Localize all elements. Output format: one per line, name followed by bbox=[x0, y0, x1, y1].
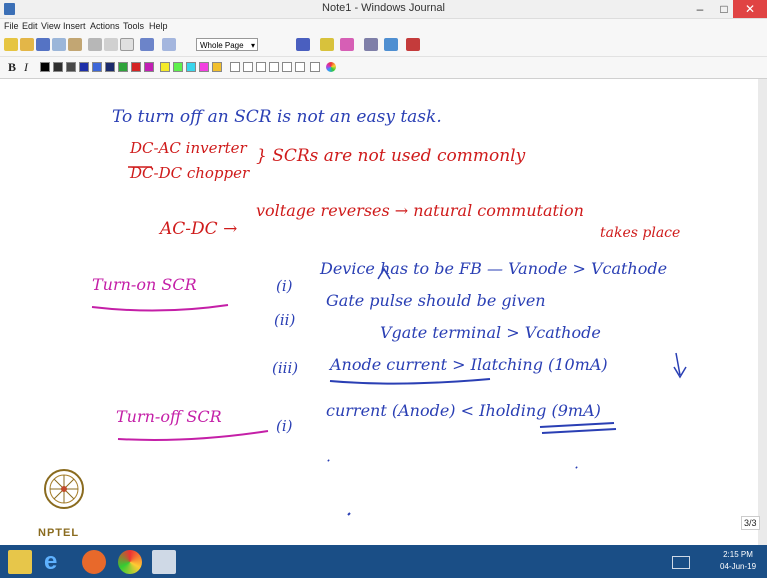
flag-icon[interactable] bbox=[406, 38, 420, 51]
internet-explorer-icon[interactable]: e bbox=[44, 550, 68, 574]
italic-icon[interactable]: I bbox=[24, 60, 28, 75]
menu-file[interactable]: File bbox=[4, 21, 19, 31]
clock-time: 2:15 PM bbox=[723, 550, 753, 559]
clock-date: 04-Jun-19 bbox=[720, 562, 757, 571]
color-blue-swatch[interactable] bbox=[92, 62, 102, 72]
ink-dot-2 bbox=[575, 466, 578, 469]
chrome-icon[interactable] bbox=[118, 550, 142, 574]
bold-icon[interactable]: B bbox=[8, 60, 16, 75]
menu-bar: File Edit View Insert Actions Tools Help bbox=[0, 19, 767, 34]
nptel-logo bbox=[44, 469, 84, 509]
system-clock[interactable]: 2:15 PM 04-Jun-19 bbox=[720, 549, 756, 573]
zoom-value: Whole Page bbox=[200, 41, 244, 50]
windows-journal-icon[interactable] bbox=[152, 550, 176, 574]
ink-strokes bbox=[91, 166, 687, 516]
nptel-logo-text: NPTEL bbox=[38, 527, 80, 539]
color-black-swatch[interactable] bbox=[40, 62, 50, 72]
find-icon[interactable] bbox=[68, 38, 82, 51]
firefox-icon[interactable] bbox=[82, 550, 106, 574]
save-icon[interactable] bbox=[36, 38, 50, 51]
color-green-swatch[interactable] bbox=[118, 62, 128, 72]
color-empty-swatch-1[interactable] bbox=[230, 62, 240, 72]
menu-edit[interactable]: Edit bbox=[22, 21, 38, 31]
color-red-swatch[interactable] bbox=[131, 62, 141, 72]
color-empty-swatch-2[interactable] bbox=[243, 62, 253, 72]
eraser-icon[interactable] bbox=[340, 38, 354, 51]
pen-tool-icon[interactable] bbox=[296, 38, 310, 51]
color-magenta-swatch[interactable] bbox=[144, 62, 154, 72]
highlighter-icon[interactable] bbox=[320, 38, 334, 51]
color-darkgray-swatch[interactable] bbox=[53, 62, 63, 72]
color-cyan-swatch[interactable] bbox=[186, 62, 196, 72]
color-yellow-swatch[interactable] bbox=[160, 62, 170, 72]
page-indicator: 3/3 bbox=[741, 516, 760, 530]
color-empty-swatch-5[interactable] bbox=[282, 62, 292, 72]
window-title: Note1 - Windows Journal bbox=[322, 2, 445, 14]
latching-underline bbox=[329, 378, 491, 385]
note-page[interactable]: To turn off an SCR is not an easy task. … bbox=[0, 79, 758, 545]
color-darkblue-swatch[interactable] bbox=[105, 62, 115, 72]
color-empty-swatch-6[interactable] bbox=[295, 62, 305, 72]
redo-icon[interactable] bbox=[162, 38, 176, 51]
chevron-down-icon: ▾ bbox=[250, 41, 255, 50]
keyboard-icon[interactable] bbox=[672, 556, 690, 569]
color-picker-icon[interactable] bbox=[326, 62, 336, 72]
close-button[interactable]: ✕ bbox=[733, 0, 767, 18]
down-arrow-mark bbox=[673, 352, 687, 379]
print-icon[interactable] bbox=[52, 38, 66, 51]
insert-space-icon[interactable] bbox=[384, 38, 398, 51]
color-pink-swatch[interactable] bbox=[199, 62, 209, 72]
title-bar: Note1 - Windows Journal – □ ✕ bbox=[0, 0, 767, 19]
paste-icon[interactable] bbox=[120, 38, 134, 51]
color-lime-swatch[interactable] bbox=[173, 62, 183, 72]
color-gray-swatch[interactable] bbox=[66, 62, 76, 72]
format-toolbar: B I bbox=[0, 57, 767, 79]
ink-dot-3 bbox=[347, 512, 351, 516]
standard-toolbar: Whole Page ▾ bbox=[0, 34, 767, 57]
file-explorer-icon[interactable] bbox=[8, 550, 32, 574]
color-empty-swatch-7[interactable] bbox=[310, 62, 320, 72]
undo-icon[interactable] bbox=[140, 38, 154, 51]
menu-help[interactable]: Help bbox=[149, 21, 168, 31]
color-empty-swatch-3[interactable] bbox=[256, 62, 266, 72]
minimize-button[interactable]: – bbox=[688, 0, 712, 18]
caret-mark bbox=[377, 267, 391, 280]
menu-insert[interactable]: Insert bbox=[63, 21, 86, 31]
color-empty-swatch-4[interactable] bbox=[269, 62, 279, 72]
menu-view[interactable]: View bbox=[41, 21, 60, 31]
holding-underline-2 bbox=[541, 428, 617, 434]
taskbar: e bbox=[0, 545, 767, 578]
lasso-select-icon[interactable] bbox=[364, 38, 378, 51]
menu-tools[interactable]: Tools bbox=[123, 21, 144, 31]
color-navy-swatch[interactable] bbox=[79, 62, 89, 72]
cut-icon[interactable] bbox=[88, 38, 102, 51]
color-orange-swatch[interactable] bbox=[212, 62, 222, 72]
vertical-scrollbar[interactable] bbox=[758, 79, 767, 545]
menu-actions[interactable]: Actions bbox=[90, 21, 120, 31]
turn-off-underline bbox=[117, 430, 269, 441]
zoom-select[interactable]: Whole Page ▾ bbox=[196, 38, 258, 51]
open-folder-icon[interactable] bbox=[20, 38, 34, 51]
ink-dot-1 bbox=[327, 459, 330, 462]
turn-on-underline bbox=[91, 304, 229, 312]
holding-underline-1 bbox=[539, 422, 615, 428]
new-note-icon[interactable] bbox=[4, 38, 18, 51]
copy-icon[interactable] bbox=[104, 38, 118, 51]
